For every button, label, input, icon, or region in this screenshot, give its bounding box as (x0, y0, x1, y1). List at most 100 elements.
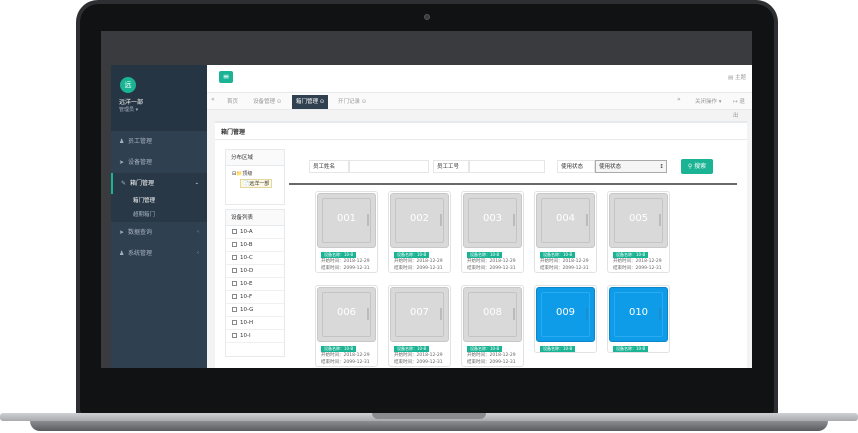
tree-root[interactable]: ⊟📁顶级 (232, 170, 278, 177)
status-select[interactable]: 使用状态 ↕ (595, 160, 667, 173)
door-visual: 005 (609, 193, 668, 248)
door-handle (513, 214, 515, 226)
tree-child[interactable]: 📄远洋一部 (240, 179, 273, 188)
door-card[interactable]: 002 设备名称：10-B 开始时间：2018-12-29 结束时间：2099-… (388, 191, 451, 273)
profile-name: 远洋一部 (119, 99, 144, 106)
device-item[interactable]: 10-C (226, 252, 284, 265)
chevron-down-icon: ⌄ (194, 180, 199, 186)
checkbox[interactable] (232, 333, 237, 338)
tab-door[interactable]: 箱门管理 ⊙ (292, 95, 329, 109)
app-window: 远 远洋一部 管理员 ▾ ♟ 员工管理 ➤ 设备管理 ✎ 箱门管理 ⌄ 箱门管理 超期… (111, 65, 752, 368)
door-handle (586, 308, 588, 320)
device-item[interactable]: 10-E (226, 278, 284, 291)
door-card[interactable]: 005 设备名称：10-B 开始时间：2018-12-29 结束时间：2099-… (607, 191, 670, 273)
checkbox[interactable] (232, 320, 237, 325)
area-box: 分布区域 ⊟📁顶级 📄远洋一部 (225, 149, 285, 205)
search-button[interactable]: ⚲ 搜索 (681, 159, 713, 174)
end-time: 结束时间：2099-12-31 (394, 266, 443, 271)
door-card[interactable]: 007 设备名称：10-B 开始时间：2018-12-29 结束时间：2099-… (388, 285, 451, 367)
device-box-title: 设备列表 (226, 210, 284, 226)
device-item[interactable]: 10-G (226, 304, 284, 317)
tab-open-log[interactable]: 开门记录 ⊙ (334, 95, 370, 109)
tab-home[interactable]: 首页 (223, 95, 242, 109)
nav-label: 员工管理 (128, 138, 153, 145)
sidebar: 远 远洋一部 管理员 ▾ ♟ 员工管理 ➤ 设备管理 ✎ 箱门管理 ⌄ 箱门管理 超期… (111, 65, 207, 368)
door-handle (659, 308, 661, 320)
search-label: 搜索 (694, 163, 707, 170)
name-input[interactable] (349, 160, 429, 173)
end-time: 结束时间：2099-12-31 (467, 266, 516, 271)
start-time: 开始时间：2018-12-29 (321, 259, 370, 264)
theme-button[interactable]: ▤ 主题 (728, 73, 746, 81)
device-item[interactable]: 10-D (226, 265, 284, 278)
door-visual: 004 (536, 193, 595, 248)
door-card[interactable]: 010 设备名称：10-B (607, 285, 670, 353)
menu-toggle-button[interactable]: ≡ (219, 71, 233, 83)
subnav-overdue-door[interactable]: 超期箱门 (111, 208, 207, 222)
door-card[interactable]: 009 设备名称：10-B (534, 285, 597, 353)
close-ops-dropdown[interactable]: 关闭操作 ▾ (691, 95, 726, 109)
screen: 远 远洋一部 管理员 ▾ ♟ 员工管理 ➤ 设备管理 ✎ 箱门管理 ⌄ 箱门管理 超期… (101, 31, 752, 368)
checkbox[interactable] (232, 255, 237, 260)
panel-title: 箱门管理 (221, 129, 246, 136)
nav-item-system[interactable]: ♟ 系统管理 ‹ (111, 243, 207, 264)
device-item[interactable]: 10-B (226, 239, 284, 252)
device-label: 10-B (240, 242, 253, 248)
checkbox[interactable] (232, 268, 237, 273)
door-visual: 010 (609, 287, 668, 342)
device-item[interactable]: 10-A (226, 226, 284, 239)
checkbox[interactable] (232, 229, 237, 234)
status-value: 使用状态 (599, 164, 622, 170)
nav-item-query[interactable]: ➤ 数据查询 ‹ (111, 222, 207, 243)
device-label: 10-G (240, 307, 254, 313)
subnav-door-manage[interactable]: 箱门管理 (111, 194, 207, 208)
door-visual: 001 (317, 193, 376, 248)
area-tree: ⊟📁顶级 📄远洋一部 (226, 166, 284, 192)
door-handle (513, 308, 515, 320)
device-item[interactable]: 10-H (226, 317, 284, 330)
device-label: 10-D (240, 268, 254, 274)
avatar[interactable]: 远 (120, 77, 136, 93)
start-time: 开始时间：2018-12-29 (467, 259, 516, 264)
chevron-left-icon: ‹ (197, 229, 199, 235)
checkbox[interactable] (232, 294, 237, 299)
area-box-title: 分布区域 (226, 150, 284, 166)
send-icon: ➤ (119, 229, 125, 236)
door-card[interactable]: 008 设备名称：10-B 开始时间：2018-12-29 结束时间：2099-… (461, 285, 524, 367)
tree-root-label: 顶级 (242, 171, 253, 177)
device-item[interactable]: 10-F (226, 291, 284, 304)
door-card[interactable]: 004 设备名称：10-B 开始时间：2018-12-29 结束时间：2099-… (534, 191, 597, 273)
nav-item-door[interactable]: ✎ 箱门管理 ⌄ (111, 173, 207, 194)
tabs-back-icon[interactable]: « (211, 96, 215, 103)
door-card[interactable]: 006 设备名称：10-B 开始时间：2018-12-29 结束时间：2099-… (315, 285, 378, 367)
device-label: 10-F (240, 294, 253, 300)
door-visual: 003 (463, 193, 522, 248)
device-item[interactable]: 10-I (226, 330, 284, 343)
device-tag: 设备名称：10-B (540, 346, 576, 352)
device-label: 10-I (240, 333, 251, 339)
door-visual: 006 (317, 287, 376, 342)
tabs-forward-icon[interactable]: » (677, 96, 681, 103)
exit-button[interactable]: ↦ 退出 (729, 95, 752, 119)
end-time: 结束时间：2099-12-31 (321, 266, 370, 271)
door-card[interactable]: 001 设备名称：10-B 开始时间：2018-12-29 结束时间：2099-… (315, 191, 378, 273)
device-label: 10-H (240, 320, 254, 326)
end-time: 结束时间：2099-12-31 (613, 266, 662, 271)
device-box: 设备列表 10-A 10-B 10-C 10-D 10-E 10-F 10-G … (225, 209, 285, 357)
door-card[interactable]: 003 设备名称：10-B 开始时间：2018-12-29 结束时间：2099-… (461, 191, 524, 273)
nav-item-employee[interactable]: ♟ 员工管理 (111, 131, 207, 152)
panel-divider (215, 139, 747, 140)
start-time: 开始时间：2018-12-29 (394, 259, 443, 264)
nav-item-device[interactable]: ➤ 设备管理 (111, 152, 207, 173)
profile-role[interactable]: 管理员 ▾ (119, 106, 138, 113)
end-time: 结束时间：2099-12-31 (540, 266, 589, 271)
tab-device[interactable]: 设备管理 ⊙ (249, 95, 285, 109)
user-icon: ♟ (119, 138, 125, 145)
checkbox[interactable] (232, 242, 237, 247)
checkbox[interactable] (232, 307, 237, 312)
select-arrow-icon: ↕ (659, 164, 664, 170)
device-label: 10-E (240, 281, 253, 287)
door-visual: 009 (536, 287, 595, 342)
checkbox[interactable] (232, 281, 237, 286)
id-input[interactable] (469, 160, 545, 173)
